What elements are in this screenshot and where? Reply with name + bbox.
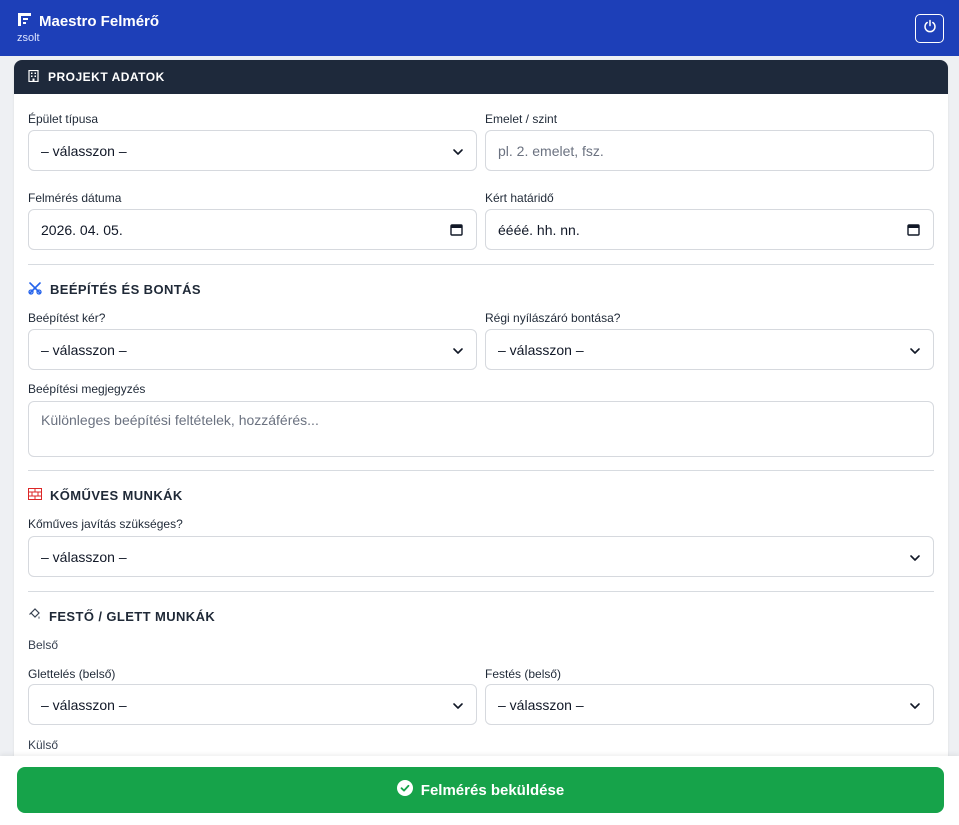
logout-button[interactable] [915, 14, 944, 43]
masonry-repair-value: – válasszon – [41, 548, 127, 565]
section-divider [28, 470, 934, 471]
install-note-placeholder: Különleges beépítési feltételek, hozzáfé… [41, 412, 319, 428]
chevron-down-icon [909, 699, 921, 715]
building-type-select[interactable]: – válasszon – [28, 130, 477, 171]
deadline-input[interactable]: éééé. hh. nn. [485, 209, 934, 250]
paint-select[interactable]: – válasszon – [485, 684, 934, 725]
installation-title-text: BEÉPÍTÉS ÉS BONTÁS [50, 282, 201, 297]
paint-label: Festés (belső) [485, 667, 562, 681]
demolition-label: Régi nyílászáró bontása? [485, 311, 621, 325]
chevron-down-icon [909, 551, 921, 567]
install-label: Beépítést kér? [28, 311, 106, 325]
app-title-text: Maestro Felmérő [39, 13, 160, 30]
building-type-label: Épület típusa [28, 112, 99, 126]
building-icon [28, 69, 39, 85]
demolition-value: – válasszon – [498, 341, 584, 358]
chevron-down-icon [452, 344, 464, 360]
building-type-value: – válasszon – [41, 142, 127, 159]
app-title: Maestro Felmérő [17, 12, 159, 31]
outer-subheading: Külső [28, 738, 59, 752]
card-header: PROJEKT ADATOK [14, 60, 948, 94]
demolition-select[interactable]: – válasszon – [485, 329, 934, 370]
masonry-section-title: KŐMŰVES MUNKÁK [28, 488, 183, 503]
masonry-repair-label: Kőműves javítás szükséges? [28, 517, 183, 531]
section-divider [28, 591, 934, 592]
masonry-title-text: KŐMŰVES MUNKÁK [50, 488, 183, 503]
submit-label: Felmérés beküldése [420, 781, 565, 799]
install-select[interactable]: – válasszon – [28, 329, 477, 370]
installation-section-title: BEÉPÍTÉS ÉS BONTÁS [28, 281, 201, 298]
deadline-label: Kért határidő [485, 191, 554, 205]
tools-icon [28, 281, 42, 298]
submit-survey-button[interactable]: Felmérés beküldése [17, 767, 944, 813]
check-circle-icon [396, 780, 413, 800]
chevron-down-icon [909, 344, 921, 360]
footer-bar: Felmérés beküldése [0, 756, 959, 825]
install-note-textarea[interactable]: Különleges beépítési feltételek, hozzáfé… [28, 401, 934, 457]
card-header-title: PROJEKT ADATOK [48, 70, 165, 84]
install-value: – válasszon – [41, 341, 127, 358]
inner-subheading: Belső [28, 638, 59, 652]
plaster-select[interactable]: – válasszon – [28, 684, 477, 725]
survey-date-value: 2026. 04. 05. [41, 221, 123, 238]
chevron-down-icon [452, 145, 464, 161]
project-card: PROJEKT ADATOK Épület típusa – válasszon… [14, 60, 948, 760]
paint-value: – válasszon – [498, 696, 584, 713]
calendar-icon[interactable] [907, 223, 920, 239]
power-icon [923, 19, 937, 38]
survey-date-input[interactable]: 2026. 04. 05. [28, 209, 477, 250]
survey-date-label: Felmérés dátuma [28, 191, 122, 205]
top-bar: Maestro Felmérő zsolt [0, 0, 959, 56]
install-note-label: Beépítési megjegyzés [28, 382, 146, 396]
masonry-repair-select[interactable]: – válasszon – [28, 536, 934, 577]
paint-icon [28, 608, 41, 624]
plaster-label: Glettelés (belső) [28, 667, 116, 681]
painting-title-text: FESTŐ / GLETT MUNKÁK [49, 608, 216, 624]
chevron-down-icon [452, 699, 464, 715]
plaster-value: – válasszon – [41, 696, 127, 713]
calendar-icon[interactable] [450, 223, 463, 239]
painting-section-title: FESTŐ / GLETT MUNKÁK [28, 608, 215, 624]
floor-label: Emelet / szint [485, 112, 558, 126]
floor-input[interactable]: pl. 2. emelet, fsz. [485, 130, 934, 171]
deadline-value: éééé. hh. nn. [498, 221, 580, 238]
brick-icon [28, 488, 42, 503]
section-divider [28, 264, 934, 265]
user-name: zsolt [17, 32, 40, 44]
floor-placeholder: pl. 2. emelet, fsz. [498, 142, 604, 159]
building-flag-icon [17, 12, 32, 31]
